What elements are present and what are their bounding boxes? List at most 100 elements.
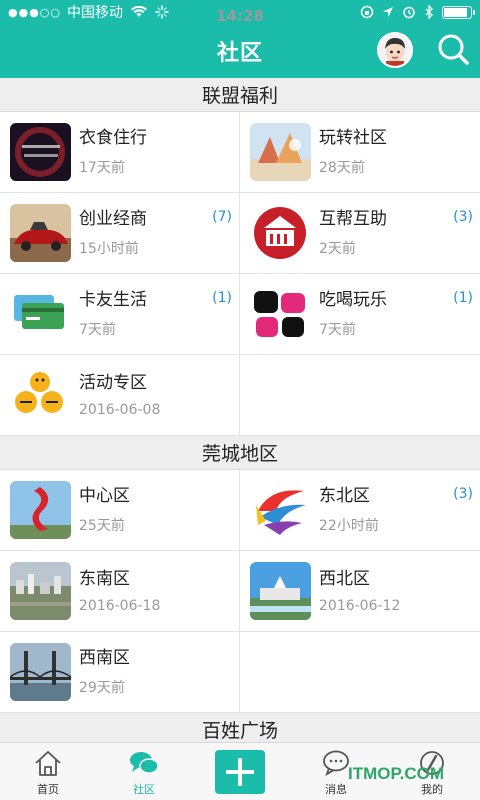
item-text: 玩转社区 28天前 — [319, 123, 387, 181]
avatar-face-icon — [379, 34, 411, 66]
watermark-text: ITMOP.COM — [348, 764, 445, 783]
post-count-badge: (1) — [212, 290, 232, 306]
section-header-alliance: 联盟福利 — [0, 78, 480, 112]
status-bar: ●●●○○ 中国移动 14:28 — [0, 0, 480, 25]
item-text: 西北区 2016-06-12 — [319, 562, 400, 620]
battery-icon — [442, 5, 475, 19]
section-title: 联盟福利 — [201, 85, 278, 107]
alarm-icon — [403, 6, 415, 19]
search-icon[interactable] — [436, 32, 470, 66]
event-logo-thumb — [10, 366, 71, 424]
item-name: 衣食住行 — [79, 128, 147, 148]
item-time: 2天前 — [319, 241, 356, 257]
post-count-badge: (1) — [453, 290, 473, 306]
orientation-lock-icon — [360, 5, 374, 19]
wifi-icon — [131, 6, 147, 17]
item-text: 中心区 25天前 — [79, 481, 130, 539]
carrier-name: 中国移动 — [67, 5, 123, 21]
item-time: 15小时前 — [79, 241, 139, 257]
car-thumb — [10, 204, 71, 262]
item-text: 吃喝玩乐 7天前 — [319, 285, 387, 343]
item-name: 卡友生活 — [79, 290, 147, 310]
user-avatar[interactable] — [377, 32, 413, 68]
item-time: 2016-06-18 — [79, 598, 161, 614]
compose-button[interactable] — [215, 750, 265, 794]
status-right-icons — [360, 5, 475, 19]
section-grid-alliance: 衣食住行 17天前 玩转社区 28天前 创业经商 15小时前 (7) 互帮互助 … — [0, 112, 480, 436]
item-name: 东南区 — [79, 569, 130, 589]
item-text: 西南区 29天前 — [79, 643, 130, 701]
signal-strength: ●●●○○ — [8, 5, 61, 19]
hands-logo-thumb — [250, 204, 311, 262]
section-grid-guancheng: 中心区 25天前 东北区 22小时前 (3) 东南区 2016-06-18 西北… — [0, 470, 480, 713]
forum-item-southwest[interactable]: 西南区 29天前 — [0, 632, 240, 713]
colorful-logo-thumb — [250, 481, 311, 539]
red-sculpture-thumb — [10, 481, 71, 539]
item-name: 西南区 — [79, 648, 130, 668]
item-name: 互帮互助 — [319, 209, 387, 229]
item-text: 东南区 2016-06-18 — [79, 562, 160, 620]
item-time: 17天前 — [79, 160, 125, 176]
community-list[interactable]: 联盟福利 衣食住行 17天前 玩转社区 28天前 创业经商 15小时前 (7) … — [0, 78, 480, 742]
bluetooth-icon — [425, 5, 433, 19]
item-text: 东北区 22小时前 — [319, 481, 379, 539]
item-time: 29天前 — [79, 680, 125, 696]
item-name: 活动专区 — [79, 373, 147, 393]
tab-label: 首页 — [37, 783, 59, 796]
item-text: 活动专区 2016-06-08 — [79, 366, 160, 424]
dark-card-thumb — [10, 123, 71, 181]
forum-item-business[interactable]: 创业经商 15小时前 (7) — [0, 193, 240, 274]
empty-cell — [240, 632, 480, 713]
forum-item-clothing-food[interactable]: 衣食住行 17天前 — [0, 112, 240, 193]
battery-level — [444, 7, 468, 17]
item-text: 互帮互助 2天前 — [319, 204, 387, 262]
forum-item-northeast[interactable]: 东北区 22小时前 (3) — [240, 470, 480, 551]
item-text: 衣食住行 17天前 — [79, 123, 147, 181]
nav-bar: 社区 — [0, 24, 480, 78]
item-time: 7天前 — [79, 322, 116, 338]
item-time: 25天前 — [79, 518, 125, 534]
forum-item-card-life[interactable]: 卡友生活 7天前 (1) — [0, 274, 240, 355]
plaza-thumb — [250, 562, 311, 620]
page-title: 社区 — [216, 41, 263, 66]
eat-play-logo-thumb — [250, 285, 311, 343]
tab-label: 消息 — [325, 783, 347, 796]
section-title: 莞城地区 — [201, 443, 278, 465]
item-time: 2016-06-12 — [319, 598, 401, 614]
chat-bubbles-icon — [130, 752, 159, 774]
section-title: 百姓广场 — [201, 720, 278, 742]
item-name: 西北区 — [319, 569, 370, 589]
item-name: 东北区 — [319, 486, 370, 506]
tab-community[interactable]: 社区 — [96, 743, 192, 800]
item-name: 吃喝玩乐 — [319, 290, 387, 310]
loading-icon — [155, 5, 169, 19]
message-icon — [323, 750, 349, 776]
forum-item-mutual-help[interactable]: 互帮互助 2天前 (3) — [240, 193, 480, 274]
community-photo-thumb — [250, 123, 311, 181]
empty-cell — [240, 355, 480, 436]
forum-item-northwest[interactable]: 西北区 2016-06-12 — [240, 551, 480, 632]
forum-item-central[interactable]: 中心区 25天前 — [0, 470, 240, 551]
tab-label: 社区 — [133, 783, 155, 796]
location-icon — [383, 7, 393, 17]
plus-icon — [226, 758, 254, 786]
item-name: 玩转社区 — [319, 128, 387, 148]
credit-cards-thumb — [10, 285, 71, 343]
forum-item-southeast[interactable]: 东南区 2016-06-18 — [0, 551, 240, 632]
post-count-badge: (3) — [453, 209, 473, 225]
forum-item-events[interactable]: 活动专区 2016-06-08 — [0, 355, 240, 436]
item-name: 中心区 — [79, 486, 130, 506]
tab-home[interactable]: 首页 — [0, 743, 96, 800]
home-icon — [35, 751, 61, 776]
item-time: 2016-06-08 — [79, 402, 161, 418]
item-time: 22小时前 — [319, 518, 379, 534]
item-text: 创业经商 15小时前 — [79, 204, 147, 262]
top-bar: ●●●○○ 中国移动 14:28 社区 — [0, 0, 480, 78]
bridge-thumb — [10, 643, 71, 701]
forum-item-eat-play[interactable]: 吃喝玩乐 7天前 (1) — [240, 274, 480, 355]
city-aerial-thumb — [10, 562, 71, 620]
item-time: 28天前 — [319, 160, 365, 176]
item-name: 创业经商 — [79, 209, 147, 229]
section-header-guancheng: 莞城地区 — [0, 436, 480, 470]
forum-item-fun-community[interactable]: 玩转社区 28天前 — [240, 112, 480, 193]
